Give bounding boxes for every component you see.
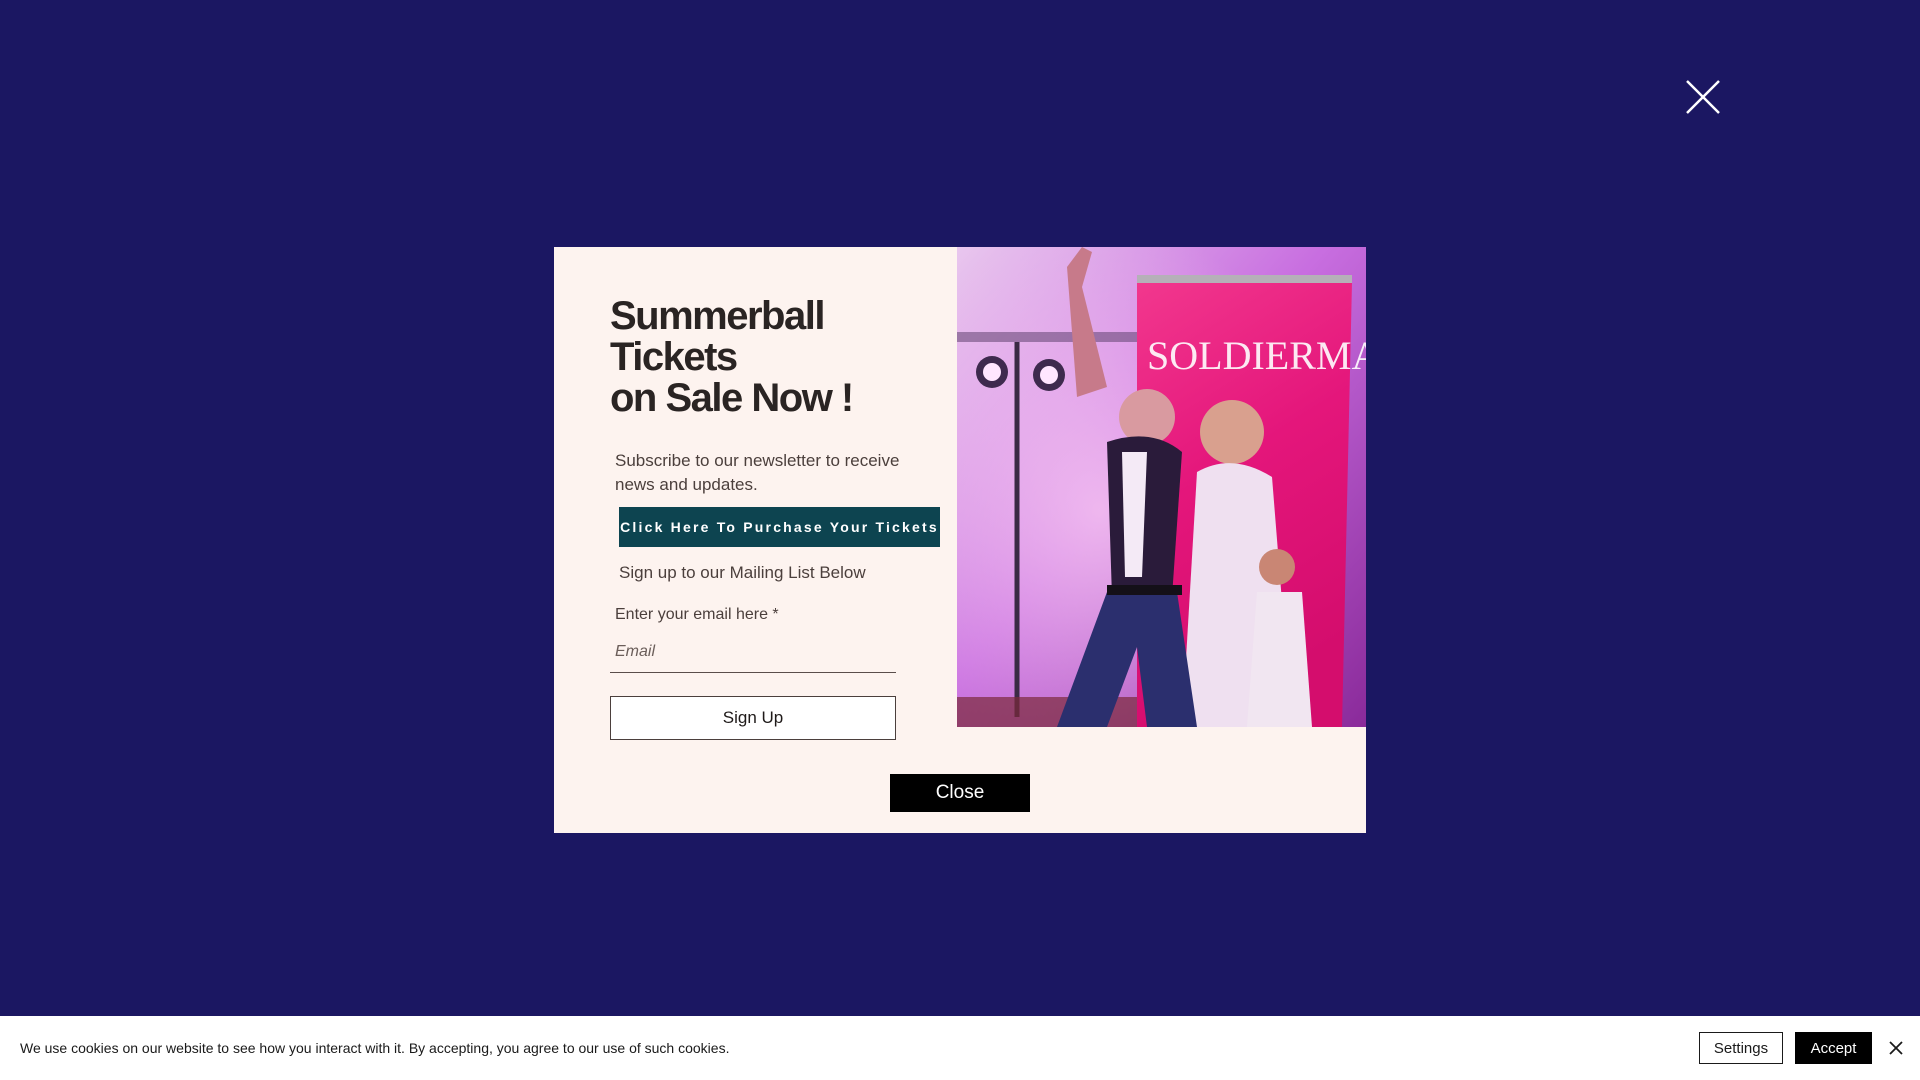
banner-text: SOLDIERMAC xyxy=(1147,333,1366,378)
cookie-settings-button[interactable]: Settings xyxy=(1699,1032,1783,1064)
newsletter-modal: Summerball Tickets on Sale Now ! Subscri… xyxy=(554,247,1366,833)
email-label: Enter your email here * xyxy=(615,606,779,623)
sign-up-button[interactable]: Sign Up xyxy=(610,696,896,740)
modal-headline: Summerball Tickets on Sale Now ! xyxy=(610,296,950,419)
subscribe-text: Subscribe to our newsletter to receive n… xyxy=(615,451,900,494)
headline-line: on Sale Now ! xyxy=(610,376,854,420)
cookie-banner: We use cookies on our website to see how… xyxy=(0,1016,1920,1080)
cookie-close-icon[interactable] xyxy=(1887,1039,1905,1057)
modal-content: Summerball Tickets on Sale Now ! Subscri… xyxy=(554,247,957,833)
cookie-accept-button[interactable]: Accept xyxy=(1795,1032,1872,1064)
mailing-list-text: Sign up to our Mailing List Below xyxy=(619,563,866,582)
overlay-close-icon[interactable] xyxy=(1683,77,1723,117)
headline-line: Summerball xyxy=(610,294,825,338)
modal-close-button[interactable]: Close xyxy=(890,774,1030,812)
performer-photo: SOLDIERMAC xyxy=(957,247,1366,727)
cookie-message: We use cookies on our website to see how… xyxy=(20,1040,730,1056)
purchase-tickets-button[interactable]: Click Here To Purchase Your Tickets xyxy=(619,507,940,547)
email-input[interactable] xyxy=(610,631,896,673)
headline-line: Tickets xyxy=(610,335,738,379)
